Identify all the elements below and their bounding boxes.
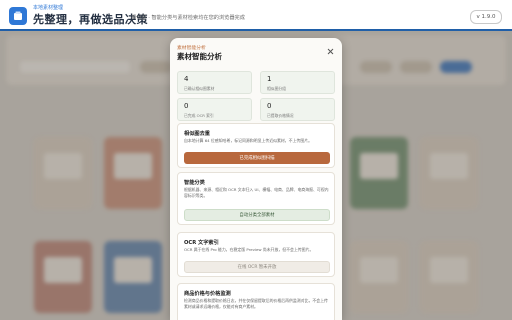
section-description: 检测商品价格和提取价格日志，并在仅保留提取后的价格后再供监测对比，不会上传素材或… [184, 298, 328, 309]
box-icon [14, 11, 22, 20]
section-description: 根据机器、来源、相近和 OCR 文本归入 UI、横幅、电商、品牌、电商海报、可视… [184, 187, 329, 198]
section-dedupe: 相似图去重 自本地计算 64 位感知哈希，标记同源和明显上传近似素材，不上传图片… [177, 123, 335, 168]
stat-card: 4 已确认相似图素材 [177, 71, 252, 94]
section-ocr: OCR 文字索引 OCR 属于在线 Pro 能力，在稳定版 Preview 尚未… [177, 232, 335, 277]
stat-value: 0 [184, 102, 189, 110]
close-icon[interactable] [324, 45, 336, 57]
app-logo [9, 7, 27, 25]
dedupe-scan-button[interactable]: 已完成相似图扫描 [184, 152, 330, 164]
stat-card: 0 已提取价格情况 [260, 98, 335, 121]
app-header: 本地素材整理 先整理，再做选品决策 相似图 · 智能分类与素材检索均在您的浏览器… [0, 0, 512, 31]
auto-classify-button[interactable]: 自动分类全部素材 [184, 209, 330, 221]
app-description: 相似图 · 智能分类与素材检索均在您的浏览器完成 [131, 15, 245, 21]
section-description: OCR 属于在线 Pro 能力，在稳定版 Preview 尚未开放，但不会上传图… [184, 247, 314, 252]
ocr-button[interactable]: 在线 OCR 暂未开放 [184, 261, 330, 273]
section-title: 相似图去重 [184, 131, 210, 137]
stat-value: 0 [267, 102, 272, 110]
section-classify: 智能分类 根据机器、来源、相近和 OCR 文本归入 UI、横幅、电商、品牌、电商… [177, 172, 335, 225]
stat-label: 相似图分组 [267, 86, 286, 91]
stat-card: 1 相似图分组 [260, 71, 335, 94]
section-title: 智能分类 [184, 180, 205, 186]
section-price: 商品价格与价格监测 检测商品价格和提取价格日志，并在仅保留提取后的价格后再供监测… [177, 283, 335, 320]
version-badge[interactable]: v 1.9.0 [470, 10, 502, 24]
stat-value: 1 [267, 75, 272, 83]
modal-subtitle: 素材智能分析 [177, 46, 206, 51]
modal-title: 素材智能分析 [177, 52, 222, 61]
analysis-modal: 素材智能分析 素材智能分析 4 已确认相似图素材 1 相似图分组 0 已完成 O… [170, 38, 342, 320]
section-description: 自本地计算 64 位感知哈希，标记同源和明显上传近似素材，不上传图片。 [184, 138, 313, 143]
stat-label: 已确认相似图素材 [184, 86, 215, 91]
stat-label: 已提取价格情况 [267, 113, 294, 118]
stat-label: 已完成 OCR 索引 [184, 113, 214, 118]
stat-card: 0 已完成 OCR 索引 [177, 98, 252, 121]
stat-value: 4 [184, 75, 189, 83]
app-subtitle: 本地素材整理 [33, 5, 64, 11]
section-title: 商品价格与价格监测 [184, 291, 231, 297]
section-title: OCR 文字索引 [184, 240, 219, 246]
